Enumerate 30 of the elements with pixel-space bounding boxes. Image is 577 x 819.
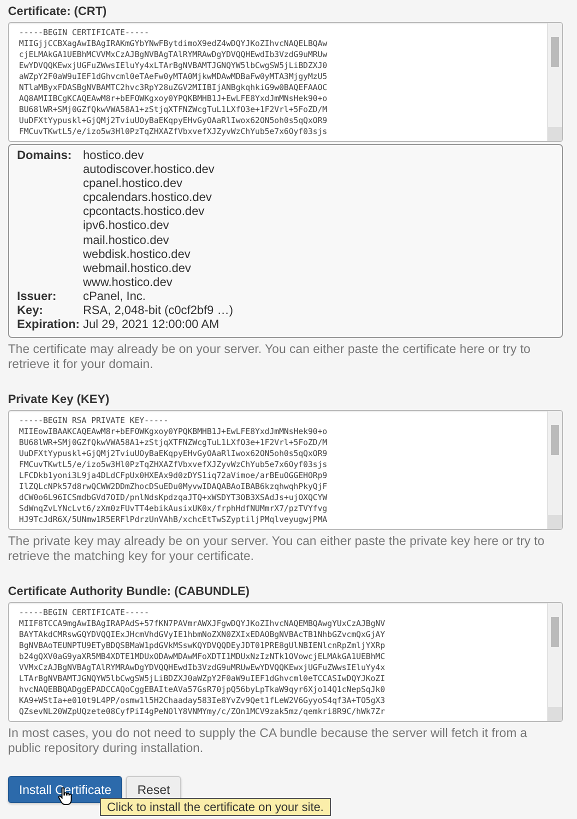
detail-value: www.hostico.dev <box>83 274 174 289</box>
detail-value: cpcalendars.hostico.dev <box>83 190 213 204</box>
detail-label: Issuer: <box>17 288 58 304</box>
ca-bundle-field[interactable]: -----BEGIN CERTIFICATE----- MIIF8TCCA9mgAwIBAgIRAPAdS+57fKN7PAVmrAWXJFgwDQYJKoZIhvcNAQEMBQAwgYUxCzAJBgNV BAYTAkdCMRswGQYDVQQIExJHcmVhdGVyIE1hbmNoZXN0ZXIxEDAOBgNVBAcTB1NhbGZvcmQxGjAY BgNVBAoTEUNPTU9ETyBDQSBMaW1pdGVkMSswKQYDVQQDEyJDT01PRE8gUlNBIENlcnRpZmljYXRp b24gQXV0aG9yaXR5MB4XDTE1MDUxODAwMDAwMFoXDTI1MDUxNzIzNTk1OVowcjELMAkGA1UEBhMC VVMxCzAJBgNVBAgTAlRYMRAwDgYDVQQHEwdIb3VzdG9uMRUwEwYDVQQKEwxjUGFuZWwsIEluYy4x LTArBgNVBAMTJGNQYW5lbCwgSW5jLiBDZXJ0aWZpY2F0aW9uIEF1dGhvcml0eTCCASIwDQYJKoZI hvcNAQEBBQADggEPADCCAQoCggEBAIteAVa57GsR70jpQ56byLpTkaW9qyr6Xjo14Q1cNepSqJk0 KA9+WStIa+e010t9L4PP/osmw1l5H2Chaaday583Ie8YvZv9Qet1fLeW2V6GyyoS4qf3A+TO5gX3 QZsevNL20WZpUQzete08CyfPiI4gPeNOlY8VNMYmy/c/ZOn1MCV9zak5mz/qemkri8R9C/hWk7Zr <box>8 602 563 722</box>
help-text: In most cases, you do not need to supply the CA bundle because the server will fetch it from a public repository during installation. <box>8 726 528 756</box>
detail-value: webdisk.hostico.dev <box>83 246 192 261</box>
help-text: The certificate may already be on your server. You can either paste the certificate here or try to retrieve it for your domain. <box>8 342 532 372</box>
scrollbar[interactable] <box>547 411 562 530</box>
field-label: Certificate Authority Bundle: (CABUNDLE) <box>8 584 251 598</box>
detail-value: cPanel, Inc. <box>83 288 146 304</box>
detail-label: Domains: <box>17 148 73 164</box>
field-label: Certificate: (CRT) <box>8 4 108 18</box>
detail-value: hostico.dev <box>83 148 145 162</box>
detail-value: RSA, 2,048-bit (c0cf2bf9 …) <box>83 303 234 318</box>
help-text: The private key may already be on your server. You can either paste the private key here or try to retrieve the matching key for your certificate. <box>8 534 546 564</box>
detail-value: mail.hostico.dev <box>83 232 170 247</box>
private-key-field[interactable]: -----BEGIN RSA PRIVATE KEY----- MIIEowIBAAKCAQEAwM8r+bEFOWKgxoy0YPQKBMHB1J+EwLFE8YxdJmMNsHek90+o BU68lWR+SMj0GZfQkwVWA58A1+zStjqXTFNZWcgTuL1LXfO3e+1F2Vrl+5FoZD/M UuDFXtYypuskl+GjQMj2TviuUOyBaEKqpyEHvGyOAaRlIwox62ON5oh0s5qQxOR9 FMCuvTKwtL5/e/izo5w3Hl0PzTqZHXAZfVbxvefXJZyvWzChYub5e7x6Oyf03sjs LFCDkb1yoni3L9ja4DLdCFpUx0HXEAx9d0zDYS1iq72aVimoe/arBEuOGGEHORp9 IlZQLcNPk57d8rwQCWW2DDmZhocDSuEDu0MyvwIDAQABAoIBAB6kzqhwqhPkyQjF dCW0o6L96ICSmdbGVd7OID/pnlNdsKpdzqaJTQ+xWSDYT3OB3XSAdJs+ujOXQCYW SdWnqZvLYNcLvt6/zXm0zFUvTT4ebikAusixUK0x/frphHdfNUMmrX7/pzTVYfvg HJ9TcJdR6X/5UNmw1R5ERFlPdrzUnVAhB/xchcEtTwSZyptiljPMqlveyugwjPMA <box>8 410 563 530</box>
tooltip: Click to install the certificate on your site. <box>100 798 331 816</box>
detail-value: cpanel.hostico.dev <box>83 176 184 190</box>
detail-value: Jul 29, 2021 12:00:00 AM <box>83 317 220 332</box>
scrollbar[interactable] <box>547 603 562 722</box>
detail-value: webmail.hostico.dev <box>83 260 192 275</box>
scrollbar[interactable] <box>547 23 562 141</box>
field-label: Private Key (KEY) <box>8 392 110 406</box>
certificate-field[interactable]: -----BEGIN CERTIFICATE----- MIIGjjCCBXagAwIBAgIRAKmGYbYNwFBytdimoX9edZ4wDQYJKoZIhvcNAQELBQAw cjELMAkGA1UEBhMCVVMxCzAJBgNVBAgTAlRYMRAwDgYDVQQHEwdIb3VzdG9uMRUw EwYDVQQKEwxjUGFuZWwsIEluYy4xLTArBgNVBAMTJGNQYW5lbCwgSW5jLiBDZXJ0 aWZpY2F0aW9uIEF1dGhvcml0eTAeFw0yMTA0MjkwMDAwMDBaFw0yMTA3MjgyMzU5 NTlaMByxFDASBgNVBAMTC2hvc3RpY28uZGV2MIIBIjANBgkqhkiG9w0BAQEFAAOC AQ8AMIIBCgKCAQEAwM8r+bEFOWKgxoy0YPQKBMHB1J+EwLFE8YxdJmMNsHek90+o BU68lWR+SMj0GZfQkwVWA58A1+zStjqXTFNZWcgTuL1LXfO3e+1F2Vrl+5FoZD/M UuDFXtYypuskl+GjQMj2TviuUOyBaEKqpyEHvGyOAaRlIwox62ON5oh0s5qQxOR9 FMCuvTKwtL5/e/izo5w3Hl0PzTqZHXAZfVbxvefXJZyvWzChYub5e7x6Oyf03sjs <box>8 22 563 142</box>
detail-label: Key: <box>17 303 44 318</box>
detail-value: cpcontacts.hostico.dev <box>83 204 206 218</box>
detail-value: autodiscover.hostico.dev <box>83 162 214 176</box>
detail-value: ipv6.hostico.dev <box>83 218 170 233</box>
detail-label: Expiration: <box>17 317 81 332</box>
